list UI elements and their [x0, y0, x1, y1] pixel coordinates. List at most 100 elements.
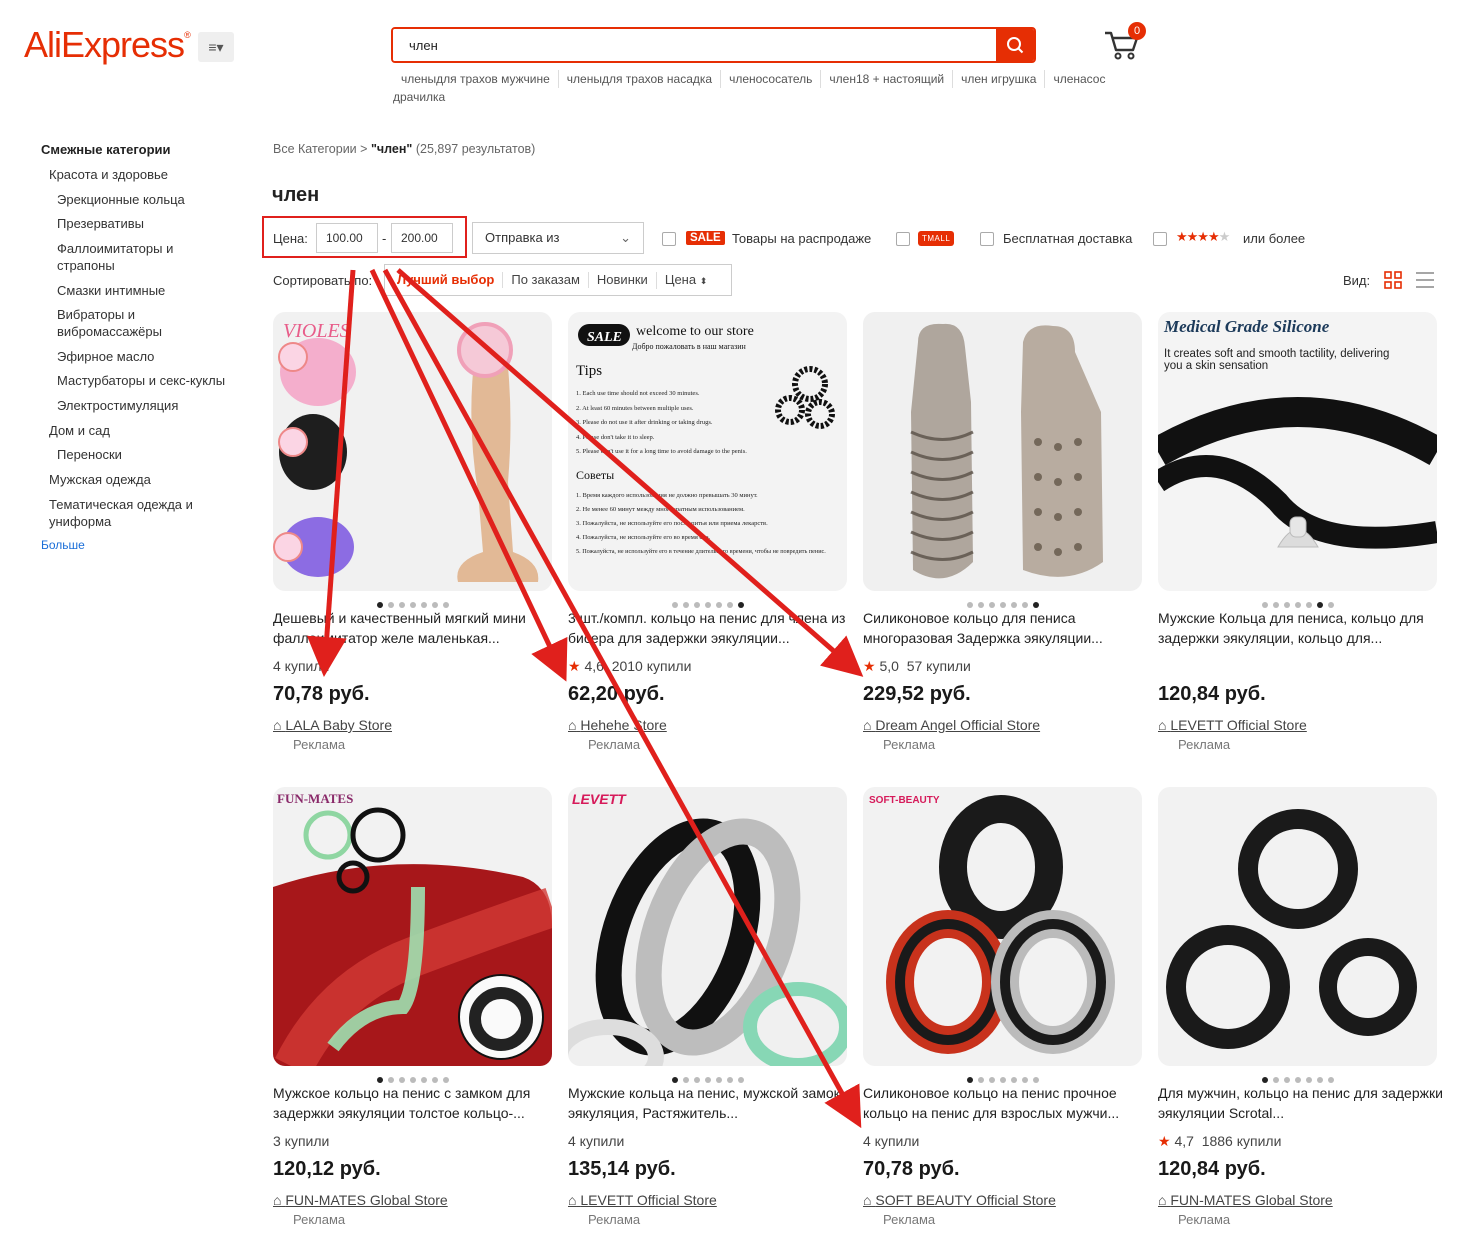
store-link[interactable]: ⌂ FUN-MATES Global Store — [273, 1192, 448, 1208]
product-sold: 4 купили — [863, 1133, 920, 1149]
ad-label: Реклама — [293, 737, 346, 752]
ad-label: Реклама — [883, 737, 936, 752]
svg-text:SOFT-BEAUTY: SOFT-BEAUTY — [869, 795, 940, 806]
sidebar-item[interactable]: Мастурбаторы и секс-куклы — [57, 372, 225, 389]
hot-search-link[interactable]: членасос — [1045, 70, 1113, 88]
sidebar-item[interactable]: Эрекционные кольца — [57, 191, 185, 208]
product-title[interactable]: Силиконовое кольцо на пенис прочное коль… — [863, 1083, 1148, 1123]
search-input[interactable] — [393, 29, 993, 61]
image-carousel-dots[interactable] — [1158, 595, 1438, 608]
store-icon: ⌂ — [273, 717, 282, 733]
sidebar-item[interactable]: Электростимуляция — [57, 397, 178, 414]
sidebar-item[interactable]: Мужская одежда — [49, 471, 151, 488]
breadcrumb-root[interactable]: Все Категории — [273, 142, 357, 156]
product-rating: ★ 4,7 1886 купили — [1158, 1133, 1282, 1149]
product-title[interactable]: Силиконовое кольцо для пениса многоразов… — [863, 608, 1148, 648]
product-image[interactable] — [1158, 787, 1437, 1066]
star-icon: ★ — [863, 658, 876, 674]
hot-search-link[interactable]: членыдля трахов мужчине — [393, 70, 559, 88]
sidebar-item[interactable]: Презервативы — [57, 215, 144, 232]
product-title[interactable]: Дешевый и качественный мягкий мини фалло… — [273, 608, 558, 648]
image-carousel-dots[interactable] — [273, 1070, 553, 1083]
hot-search-link[interactable]: драчилка — [393, 88, 453, 106]
price-min-input[interactable] — [316, 223, 378, 253]
sidebar-item[interactable]: Красота и здоровье — [49, 166, 168, 183]
hot-search-link[interactable]: член18 + настоящий — [821, 70, 954, 88]
svg-text:3. Пожалуйста, не используйте: 3. Пожалуйста, не используйте его после … — [576, 520, 768, 527]
price-dash: - — [382, 231, 387, 246]
price-label: Цена: — [273, 231, 308, 246]
product-image[interactable]: Medical Grade Silicone It creates soft a… — [1158, 312, 1437, 591]
store-link[interactable]: ⌂ LALA Baby Store — [273, 717, 392, 733]
star-icon: ★ — [568, 658, 581, 674]
sort-arrows-icon: ⬍ — [699, 275, 708, 286]
sidebar-item[interactable]: Тематическая одежда и униформа — [49, 496, 214, 530]
sale-filter-label[interactable]: Товары на распродаже — [732, 231, 871, 246]
sidebar-item[interactable]: Дом и сад — [49, 422, 110, 439]
grid-view-icon[interactable] — [1384, 271, 1402, 289]
sidebar-item[interactable]: Смазки интимные — [57, 282, 165, 299]
sort-newest[interactable]: Новинки — [587, 272, 656, 288]
store-link[interactable]: ⌂ Dream Angel Official Store — [863, 717, 1040, 733]
store-link[interactable]: ⌂ LEVETT Official Store — [1158, 717, 1307, 733]
store-link[interactable]: ⌂ FUN-MATES Global Store — [1158, 1192, 1333, 1208]
product-rating: ★ 4,6 2010 купили — [568, 658, 692, 674]
store-link[interactable]: ⌂ Hehehe Store — [568, 717, 667, 733]
image-carousel-dots[interactable] — [863, 1070, 1143, 1083]
sidebar-item[interactable]: Фаллоимитаторы и страпоны — [57, 240, 197, 274]
aliexpress-logo[interactable]: AliExpress® — [24, 24, 191, 66]
store-icon: ⌂ — [863, 1192, 872, 1208]
product-title[interactable]: Мужские кольца на пенис, мужской замок, … — [568, 1083, 853, 1123]
sidebar-item[interactable]: Вибраторы и вибромассажёры — [57, 306, 187, 340]
image-carousel-dots[interactable] — [1158, 1070, 1438, 1083]
hot-search-link[interactable]: членососатель — [721, 70, 822, 88]
product-image[interactable]: LEVETT — [568, 787, 847, 1066]
store-icon: ⌂ — [273, 1192, 282, 1208]
free-shipping-label[interactable]: Бесплатная доставка — [1003, 231, 1132, 246]
product-image[interactable] — [863, 312, 1142, 591]
sale-checkbox[interactable] — [662, 232, 676, 246]
product-title[interactable]: 3 шт./компл. кольцо на пенис для члена и… — [568, 608, 853, 648]
image-carousel-dots[interactable] — [568, 1070, 848, 1083]
image-carousel-dots[interactable] — [863, 595, 1143, 608]
hot-search-link[interactable]: членыдля трахов насадка — [559, 70, 722, 88]
product-title[interactable]: Для мужчин, кольцо на пенис для задержки… — [1158, 1083, 1443, 1123]
sidebar-item[interactable]: Эфирное масло — [57, 348, 154, 365]
ship-from-select[interactable]: Отправка из ⌄ — [472, 222, 644, 254]
image-carousel-dots[interactable] — [273, 595, 553, 608]
search-bar — [391, 27, 1036, 63]
sort-label: Сортировать по: — [273, 273, 373, 288]
product-image[interactable]: VIOLES — [273, 312, 552, 591]
product-rating: ★ 5,0 57 купили — [863, 658, 971, 674]
sidebar-more-link[interactable]: Больше — [41, 538, 85, 552]
product-title[interactable]: Мужское кольцо на пенис с замком для зад… — [273, 1083, 558, 1123]
rating-filter-label[interactable]: или более — [1243, 231, 1305, 246]
sort-by-price[interactable]: Цена ⬍ — [655, 271, 715, 289]
related-categories-title: Смежные категории — [41, 142, 171, 157]
product-sold: 3 купили — [273, 1133, 330, 1149]
sort-by-orders[interactable]: По заказам — [502, 272, 588, 288]
free-shipping-checkbox[interactable] — [980, 232, 994, 246]
rating-checkbox[interactable] — [1153, 232, 1167, 246]
tmall-checkbox[interactable] — [896, 232, 910, 246]
store-link[interactable]: ⌂ SOFT BEAUTY Official Store — [863, 1192, 1056, 1208]
list-view-icon[interactable] — [1416, 271, 1434, 289]
product-title[interactable]: Мужские Кольца для пениса, кольцо для за… — [1158, 608, 1443, 648]
menu-icon[interactable]: ≡▾ — [198, 32, 234, 62]
image-carousel-dots[interactable] — [568, 595, 848, 608]
product-price: 62,20 руб. — [568, 683, 665, 705]
sort-best-match[interactable]: Лучший выбор — [385, 272, 502, 288]
breadcrumb-query: "член" — [370, 142, 413, 156]
product-image[interactable]: SALE welcome to our store Добро пожалова… — [568, 312, 847, 591]
svg-text:4. Please don't take it to sle: 4. Please don't take it to sleep. — [576, 434, 655, 441]
search-button[interactable] — [996, 29, 1034, 61]
product-price: 120,84 руб. — [1158, 683, 1266, 705]
hot-search-link[interactable]: член игрушка — [953, 70, 1046, 88]
product-image[interactable]: SOFT-BEAUTY — [863, 787, 1142, 1066]
price-max-input[interactable] — [391, 223, 453, 253]
svg-text:5. Пожалуйста, не используйте: 5. Пожалуйста, не используйте его в тече… — [576, 548, 826, 555]
product-sold: 4 купили — [568, 1133, 625, 1149]
product-image[interactable]: FUN-MATES — [273, 787, 552, 1066]
sidebar-item[interactable]: Переноски — [57, 446, 122, 463]
store-link[interactable]: ⌂ LEVETT Official Store — [568, 1192, 717, 1208]
